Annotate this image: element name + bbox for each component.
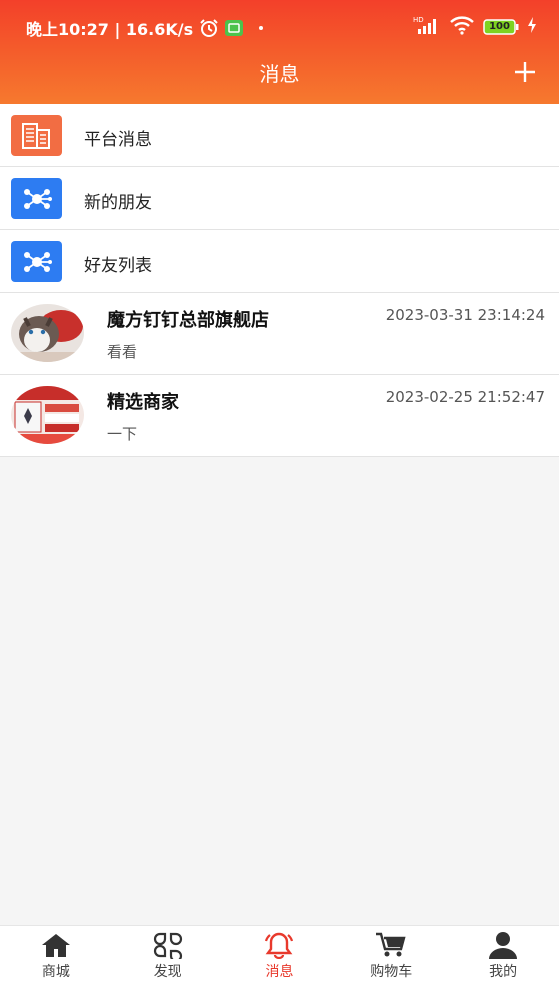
wifi-icon — [449, 15, 475, 39]
conversation-name: 魔方钉钉总部旗舰店 — [107, 310, 269, 331]
cellular-signal-icon: HD — [413, 15, 441, 39]
conversation-time: 2023-03-31 23:14:24 — [385, 306, 545, 324]
platform-messages-item[interactable]: 平台消息 — [0, 104, 559, 167]
tab-label: 发现 — [153, 964, 182, 980]
bell-icon — [262, 931, 296, 960]
conversation-item[interactable]: 魔方钉钉总部旗舰店 2023-03-31 23:14:24 看看 — [0, 293, 559, 375]
conversation-item[interactable]: 精选商家 2023-02-25 21:52:47 一下 — [0, 375, 559, 457]
conversation-name: 精选商家 — [107, 392, 179, 413]
tab-label: 我的 — [489, 964, 518, 980]
alarm-icon — [199, 18, 219, 38]
row-label: 好友列表 — [84, 256, 152, 276]
tab-mall[interactable]: 商城 — [0, 926, 112, 983]
tab-label: 消息 — [265, 964, 294, 980]
charging-icon — [527, 17, 537, 37]
row-label: 新的朋友 — [84, 193, 152, 213]
dot-icon — [259, 26, 264, 30]
add-button[interactable] — [513, 60, 537, 84]
status-bar: 晚上10:27 | 16.6K/s HD 100 — [0, 0, 559, 52]
home-icon — [39, 931, 73, 959]
bottom-tab-bar: 商城 发现 消息 购物车 我的 — [0, 925, 559, 983]
app-header: 晚上10:27 | 16.6K/s HD 100 消息 — [0, 0, 559, 104]
status-time: 晚上10:27 | 16.6K/s — [26, 20, 194, 39]
tab-profile[interactable]: 我的 — [447, 926, 559, 983]
battery-icon: 100 — [483, 19, 519, 35]
document-icon — [11, 115, 62, 156]
row-label: 平台消息 — [84, 130, 152, 150]
discover-icon — [151, 931, 185, 963]
cart-icon — [374, 931, 408, 959]
tab-label: 商城 — [41, 964, 70, 980]
friend-list-item[interactable]: 好友列表 — [0, 230, 559, 293]
conversation-preview: 看看 — [107, 343, 138, 361]
message-list: 平台消息 新的朋友 好友列表 魔方钉钉总部旗舰店 2023-03-31 23:1… — [0, 104, 559, 457]
user-icon — [486, 931, 520, 959]
conversation-preview: 一下 — [107, 425, 138, 443]
status-right: HD 100 — [413, 15, 537, 39]
new-friends-item[interactable]: 新的朋友 — [0, 167, 559, 230]
status-left: 晚上10:27 | 16.6K/s — [26, 16, 264, 40]
network-type-label: HD — [413, 16, 424, 24]
battery-level: 100 — [489, 21, 510, 32]
plus-icon — [515, 62, 535, 82]
tab-discover[interactable]: 发现 — [112, 926, 224, 983]
tab-messages[interactable]: 消息 — [224, 926, 336, 983]
app-notification-icon — [225, 20, 244, 36]
network-icon — [11, 178, 62, 219]
page-title: 消息 — [259, 62, 300, 86]
avatar — [11, 386, 84, 444]
tab-label: 购物车 — [370, 964, 413, 980]
tab-cart[interactable]: 购物车 — [335, 926, 447, 983]
network-icon — [11, 241, 62, 282]
avatar — [11, 304, 84, 362]
conversation-time: 2023-02-25 21:52:47 — [385, 388, 545, 406]
